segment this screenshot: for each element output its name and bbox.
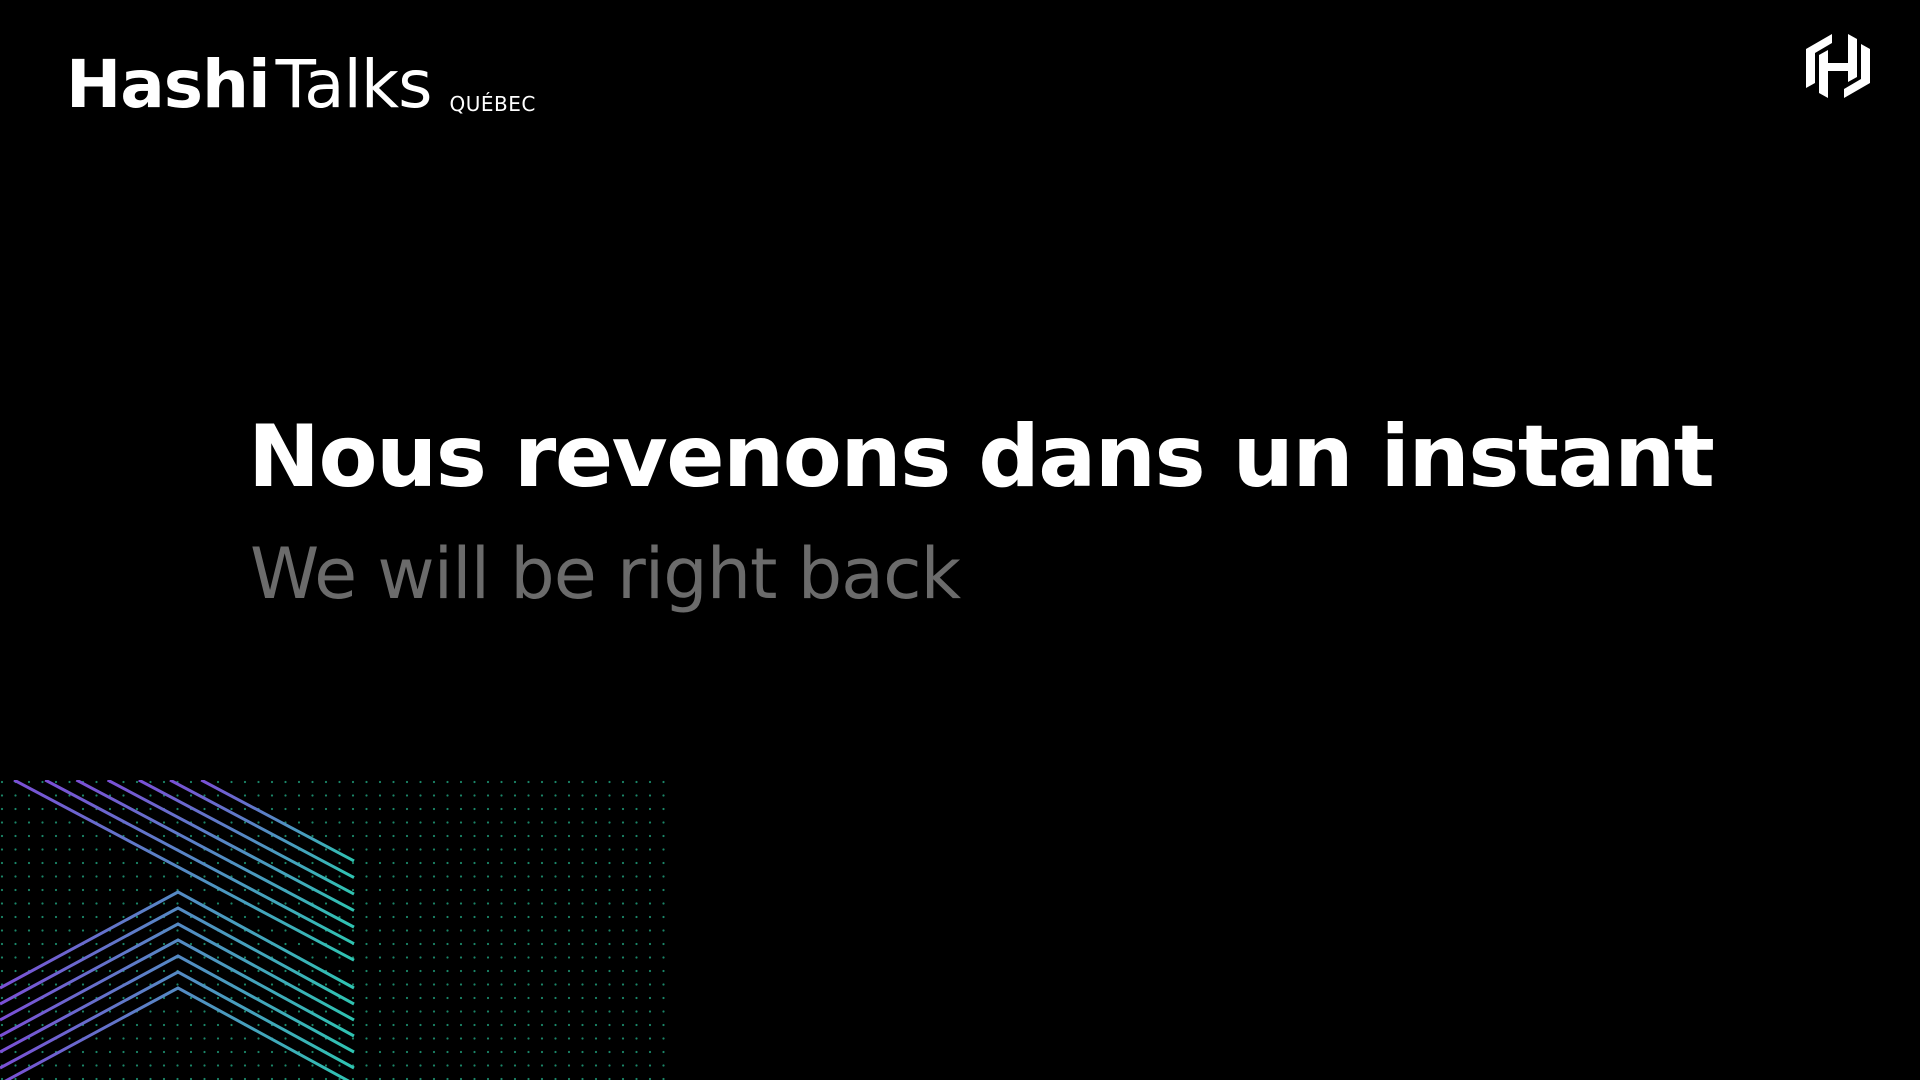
hashicorp-logo-icon bbox=[1806, 34, 1870, 98]
headline: Nous revenons dans un instant bbox=[248, 407, 1715, 507]
decorative-pattern bbox=[0, 780, 672, 1080]
event-brand: Hashi Talks QUÉBEC bbox=[66, 28, 536, 118]
brand-name-bold: Hashi bbox=[66, 46, 271, 123]
brand-city: QUÉBEC bbox=[449, 92, 536, 116]
brand-name-light: Talks bbox=[275, 46, 433, 123]
subheadline: We will be right back bbox=[250, 533, 961, 615]
